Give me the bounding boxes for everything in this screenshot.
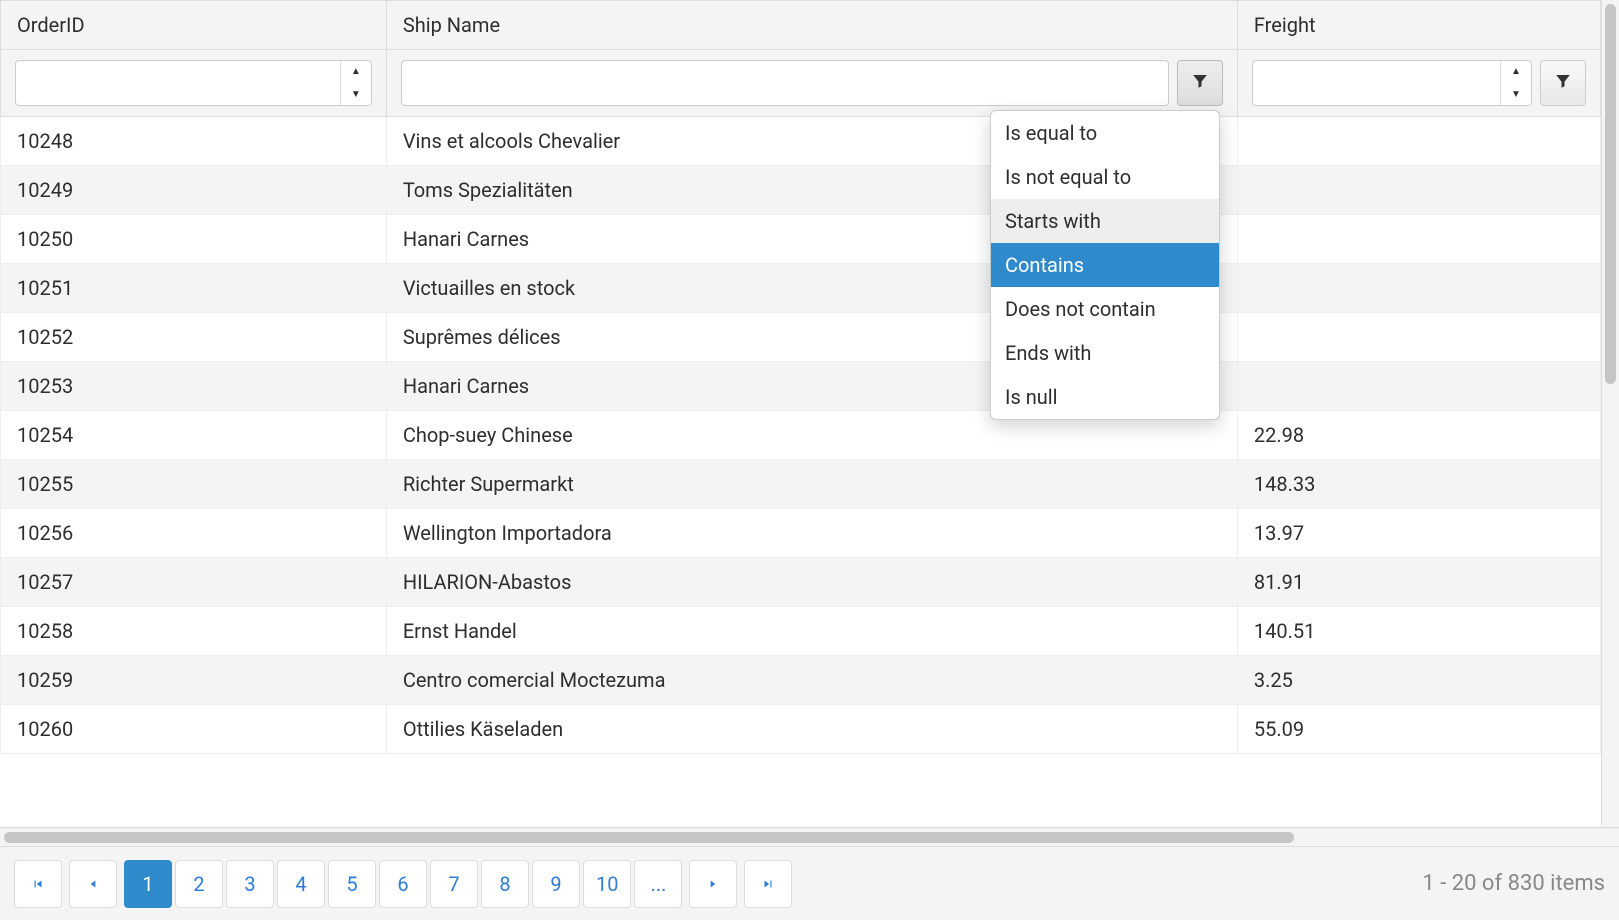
cell-orderid: 10258 (1, 607, 387, 656)
filter-option[interactable]: Is not equal to (991, 155, 1219, 199)
cell-freight (1237, 166, 1600, 215)
cell-orderid: 10260 (1, 705, 387, 754)
orderid-filter-input[interactable] (16, 64, 340, 103)
cell-orderid: 10255 (1, 460, 387, 509)
filter-option[interactable]: Is null (991, 375, 1219, 419)
shipname-filter-input[interactable] (401, 60, 1169, 106)
cell-freight: 22.98 (1237, 411, 1600, 460)
freight-spin-down[interactable]: ▼ (1501, 83, 1531, 106)
table-row[interactable]: 10251Victuailles en stock (1, 264, 1601, 313)
table-row[interactable]: 10252Suprêmes délices (1, 313, 1601, 362)
horizontal-scrollbar[interactable] (0, 828, 1619, 846)
grid-table: OrderID Ship Name Freight ▲ ▼ (0, 0, 1601, 754)
pager-page-10[interactable]: 10 (583, 860, 631, 908)
table-row[interactable]: 10249Toms Spezialitäten (1, 166, 1601, 215)
pager-page-5[interactable]: 5 (328, 860, 376, 908)
cell-freight: 55.09 (1237, 705, 1600, 754)
cell-orderid: 10248 (1, 117, 387, 166)
orderid-spin-up[interactable]: ▲ (341, 60, 371, 83)
cell-shipname: Wellington Importadora (386, 509, 1237, 558)
pager-last[interactable] (744, 860, 792, 908)
cell-orderid: 10256 (1, 509, 387, 558)
pager-page-2[interactable]: 2 (175, 860, 223, 908)
vertical-scrollbar[interactable] (1601, 0, 1619, 827)
cell-freight: 81.91 (1237, 558, 1600, 607)
pager-page-7[interactable]: 7 (430, 860, 478, 908)
pager-page-4[interactable]: 4 (277, 860, 325, 908)
cell-orderid: 10251 (1, 264, 387, 313)
cell-orderid: 10254 (1, 411, 387, 460)
pager-page-6[interactable]: 6 (379, 860, 427, 908)
cell-shipname: Centro comercial Moctezuma (386, 656, 1237, 705)
orderid-spin-down[interactable]: ▼ (341, 83, 371, 106)
pager-next[interactable] (689, 860, 737, 908)
pager-page-8[interactable]: 8 (481, 860, 529, 908)
table-row[interactable]: 10260Ottilies Käseladen55.09 (1, 705, 1601, 754)
freight-filter-button[interactable] (1540, 60, 1586, 106)
cell-shipname: Richter Supermarkt (386, 460, 1237, 509)
cell-freight: 13.97 (1237, 509, 1600, 558)
header-row: OrderID Ship Name Freight (1, 1, 1601, 50)
cell-shipname: HILARION-Abastos (386, 558, 1237, 607)
caret-right-icon (706, 872, 720, 896)
pager-page-1[interactable]: 1 (124, 860, 172, 908)
header-freight[interactable]: Freight (1237, 1, 1600, 50)
filter-option[interactable]: Contains (991, 243, 1219, 287)
caret-left-icon (86, 872, 100, 896)
filter-menu-popup[interactable]: Is equal toIs not equal toStarts withCon… (990, 110, 1220, 420)
cell-freight: 3.25 (1237, 656, 1600, 705)
horizontal-scroll-thumb[interactable] (4, 832, 1294, 843)
filter-option[interactable]: Ends with (991, 331, 1219, 375)
pager-page-9[interactable]: 9 (532, 860, 580, 908)
pager-first[interactable] (14, 860, 62, 908)
cell-shipname: Ernst Handel (386, 607, 1237, 656)
header-orderid[interactable]: OrderID (1, 1, 387, 50)
cell-freight (1237, 264, 1600, 313)
cell-orderid: 10250 (1, 215, 387, 264)
filter-row: ▲ ▼ (1, 50, 1601, 117)
cell-freight: 140.51 (1237, 607, 1600, 656)
table-row[interactable]: 10259Centro comercial Moctezuma3.25 (1, 656, 1601, 705)
header-shipname[interactable]: Ship Name (386, 1, 1237, 50)
freight-filter-input[interactable] (1253, 64, 1500, 103)
freight-filter-wrap: ▲ ▼ (1252, 60, 1532, 106)
data-grid: OrderID Ship Name Freight ▲ ▼ (0, 0, 1619, 920)
table-row[interactable]: 10257HILARION-Abastos81.91 (1, 558, 1601, 607)
filter-option[interactable]: Is equal to (991, 111, 1219, 155)
cell-orderid: 10257 (1, 558, 387, 607)
pager: 12345678910... 1 - 20 of 830 items (0, 846, 1619, 920)
table-row[interactable]: 10253Hanari Carnes (1, 362, 1601, 411)
orderid-filter-wrap: ▲ ▼ (15, 60, 372, 106)
pager-info: 1 - 20 of 830 items (1422, 871, 1605, 896)
funnel-icon (1554, 71, 1572, 95)
cell-orderid: 10252 (1, 313, 387, 362)
cell-freight (1237, 362, 1600, 411)
table-row[interactable]: 10256Wellington Importadora13.97 (1, 509, 1601, 558)
pager-more[interactable]: ... (634, 860, 682, 908)
cell-freight (1237, 313, 1600, 362)
table-row[interactable]: 10258Ernst Handel140.51 (1, 607, 1601, 656)
cell-freight (1237, 215, 1600, 264)
cell-orderid: 10249 (1, 166, 387, 215)
vertical-scroll-thumb[interactable] (1605, 4, 1616, 384)
filter-option[interactable]: Starts with (991, 199, 1219, 243)
table-row[interactable]: 10255Richter Supermarkt148.33 (1, 460, 1601, 509)
cell-orderid: 10253 (1, 362, 387, 411)
freight-spin-up[interactable]: ▲ (1501, 60, 1531, 83)
table-row[interactable]: 10254Chop-suey Chinese22.98 (1, 411, 1601, 460)
cell-orderid: 10259 (1, 656, 387, 705)
pager-prev[interactable] (69, 860, 117, 908)
filter-option[interactable]: Is not null (991, 419, 1219, 420)
table-row[interactable]: 10248Vins et alcools Chevalier (1, 117, 1601, 166)
seek-first-icon (31, 872, 45, 896)
cell-freight: 148.33 (1237, 460, 1600, 509)
funnel-icon (1191, 71, 1209, 95)
cell-shipname: Ottilies Käseladen (386, 705, 1237, 754)
seek-last-icon (761, 872, 775, 896)
table-row[interactable]: 10250Hanari Carnes (1, 215, 1601, 264)
filter-option[interactable]: Does not contain (991, 287, 1219, 331)
cell-freight (1237, 117, 1600, 166)
shipname-filter-button[interactable] (1177, 60, 1223, 106)
pager-page-3[interactable]: 3 (226, 860, 274, 908)
